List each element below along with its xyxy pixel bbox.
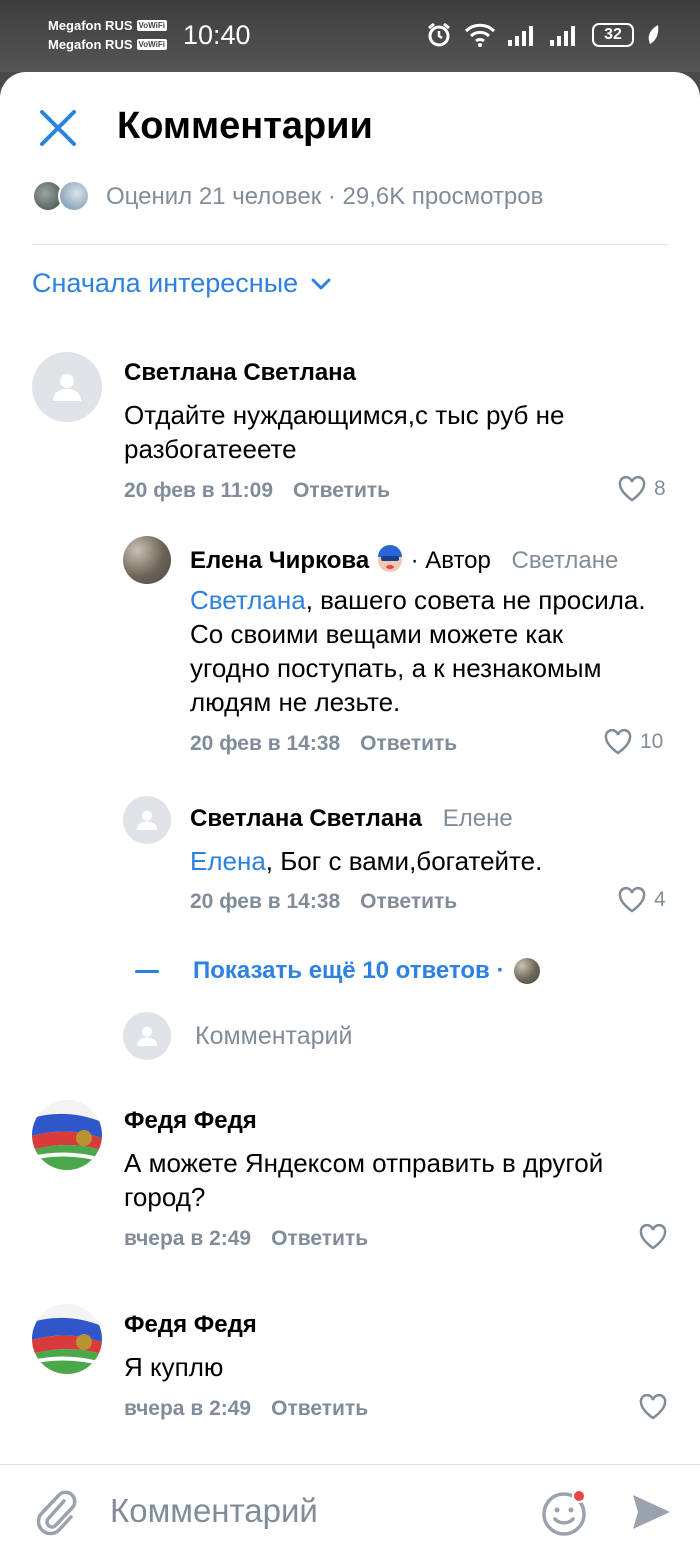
comment-body: , Бог с вами,богатейте.: [265, 846, 543, 876]
comment-text: Елена, Бог с вами,богатейте.: [190, 844, 650, 878]
author-name: Светлана Светлана: [190, 805, 423, 832]
comment-meta: 20 фев в 11:09 Ответить: [124, 479, 390, 503]
comment-time: 20 фев в 14:38: [190, 732, 341, 755]
like-button[interactable]: [639, 1394, 675, 1420]
avatar[interactable]: [32, 352, 102, 422]
mention-link[interactable]: Светлана: [190, 585, 306, 615]
comment-text: Отдайте нуждающимся,с тыс руб не разбога…: [124, 400, 565, 464]
carrier-1: Megafon RUS: [48, 18, 133, 33]
avatar: [514, 958, 541, 984]
author-name: Елена Чиркова: [190, 547, 370, 574]
reply-button[interactable]: Ответить: [271, 1397, 368, 1420]
comment-time: 20 фев в 14:38: [190, 890, 341, 913]
reply-to: Елене: [442, 805, 513, 832]
reactions-stats[interactable]: Оценил 21 человек · 29,6K просмотров: [32, 180, 543, 214]
avatar[interactable]: [123, 796, 171, 844]
wifi-icon: [464, 23, 496, 47]
emoji-button[interactable]: [540, 1487, 590, 1542]
avatar: [58, 180, 90, 212]
comment-author[interactable]: Светлана Светлана Елене: [190, 805, 513, 833]
emoji-badge-icon: [377, 545, 402, 572]
sort-label: Сначала интересные: [32, 268, 299, 298]
attach-button[interactable]: [34, 1489, 78, 1542]
signal-icon-2: [550, 26, 575, 46]
author-tag: · Автор: [410, 547, 491, 574]
sort-dropdown[interactable]: Сначала интересные: [32, 268, 332, 299]
comment-meta: вчера в 2:49 Ответить: [124, 1227, 368, 1251]
status-time: 10:40: [183, 20, 251, 50]
reply-input[interactable]: Комментарий: [123, 1012, 352, 1060]
chevron-down-icon: [311, 278, 331, 289]
like-button[interactable]: 10: [604, 729, 663, 755]
stats-text: Оценил 21 человек · 29,6K просмотров: [106, 183, 544, 210]
status-bar: Megafon RUS VoWiFi Megafon RUS VoWiFi 10:4…: [0, 0, 700, 72]
reply-to: Светлане: [511, 547, 619, 574]
flag-avatar-icon: [32, 1304, 102, 1374]
paperclip-icon: [36, 1490, 77, 1536]
reply-button[interactable]: Ответить: [293, 479, 390, 502]
battery-indicator: 32: [592, 23, 634, 47]
heart-icon: [618, 887, 646, 913]
collapse-dash-icon: [135, 969, 159, 973]
comment-time: вчера в 2:49: [124, 1227, 252, 1250]
reply-placeholder: Комментарий: [195, 1021, 353, 1050]
divider: [32, 244, 668, 245]
like-count: 4: [654, 888, 666, 911]
comment-time: вчера в 2:49: [124, 1397, 252, 1420]
comment-input[interactable]: Комментарий: [110, 1492, 318, 1530]
avatar[interactable]: [123, 536, 171, 584]
heart-icon: [639, 1224, 667, 1250]
comment-text: А можете Яндексом отправить в другой гор…: [124, 1148, 604, 1212]
comment-composer: Комментарий: [0, 1464, 700, 1558]
user-placeholder-icon: [53, 374, 81, 401]
show-more-replies-button[interactable]: Показать ещё 10 ответов ·: [135, 957, 541, 985]
comment-meta: 20 фев в 14:38 Ответить: [190, 890, 457, 914]
reply-button[interactable]: Ответить: [360, 732, 457, 755]
vowifi-badge: VoWiFi: [136, 39, 167, 50]
comment-text: Я куплю: [124, 1352, 224, 1382]
comment-time: 20 фев в 11:09: [124, 479, 274, 502]
comment-author[interactable]: Елена Чиркова · Автор Светлане: [190, 544, 618, 575]
carrier-info: Megafon RUS VoWiFi Megafon RUS VoWiFi: [48, 16, 167, 54]
user-placeholder-icon: [136, 810, 158, 831]
avatar[interactable]: [32, 1304, 102, 1374]
heart-icon: [639, 1394, 667, 1420]
smile-icon: [542, 1489, 586, 1536]
show-more-label: Показать ещё 10 ответов ·: [193, 957, 505, 984]
comment-author[interactable]: Федя Федя: [124, 1311, 257, 1339]
send-button[interactable]: [630, 1491, 672, 1538]
alarm-icon: [428, 22, 450, 47]
status-icons: 32: [426, 22, 660, 48]
carrier-2: Megafon RUS: [48, 37, 133, 52]
signal-icon: [508, 26, 533, 46]
leaf-icon: [648, 25, 659, 44]
like-button[interactable]: 8: [618, 476, 666, 502]
header: Комментарии: [0, 72, 700, 182]
like-button[interactable]: [639, 1224, 675, 1250]
user-placeholder-icon: [136, 1026, 158, 1047]
vowifi-badge: VoWiFi: [136, 20, 167, 31]
comment-author[interactable]: Светлана Светлана: [124, 359, 356, 387]
close-icon: [40, 110, 76, 146]
reply-button[interactable]: Ответить: [360, 890, 457, 913]
flag-avatar-icon: [32, 1100, 102, 1170]
comment-text: Светлана, вашего совета не просила. Со с…: [190, 583, 650, 719]
like-button[interactable]: 4: [618, 887, 666, 913]
comment-meta: вчера в 2:49 Ответить: [124, 1397, 368, 1421]
heart-icon: [604, 729, 632, 755]
liker-avatars: [32, 180, 94, 214]
heart-icon: [618, 476, 646, 502]
send-icon: [633, 1495, 670, 1529]
page-title: Комментарии: [117, 105, 373, 147]
comments-sheet: Комментарии Оценил 21 человек · 29,6K пр…: [0, 72, 700, 1558]
comment-meta: 20 фев в 14:38 Ответить: [190, 732, 457, 756]
mention-link[interactable]: Елена: [190, 846, 266, 876]
close-button[interactable]: [36, 106, 80, 150]
comment-author[interactable]: Федя Федя: [124, 1107, 257, 1135]
reply-button[interactable]: Ответить: [271, 1227, 368, 1250]
like-count: 10: [640, 730, 664, 753]
avatar[interactable]: [32, 1100, 102, 1170]
like-count: 8: [654, 477, 666, 500]
avatar: [123, 1012, 171, 1060]
